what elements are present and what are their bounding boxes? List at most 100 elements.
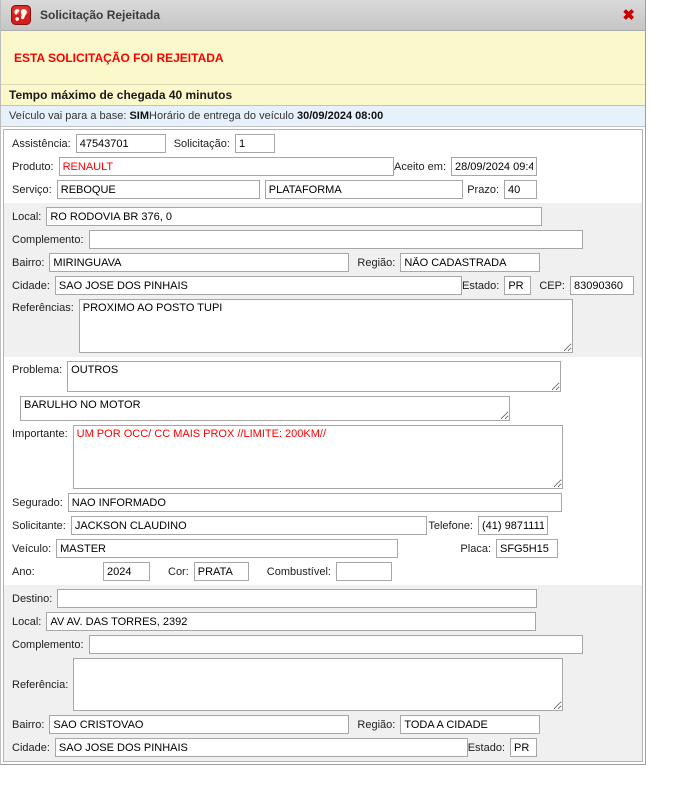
solicitacao-input[interactable] bbox=[235, 134, 275, 153]
section-problem-vehicle: Problema: OUTROS BARULHO NO MOTOR Import… bbox=[4, 357, 642, 585]
cep-label: CEP: bbox=[539, 280, 565, 292]
assistencia-input[interactable] bbox=[76, 134, 166, 153]
row-cidade-origem: Cidade: Estado: CEP: bbox=[4, 274, 642, 297]
cidade-destino-label: Cidade: bbox=[12, 742, 50, 754]
bairro-origem-label: Bairro: bbox=[12, 257, 44, 269]
placa-input[interactable] bbox=[496, 539, 558, 558]
complemento-origem-label: Complemento: bbox=[12, 234, 84, 246]
importante-label: Importante: bbox=[12, 425, 68, 440]
problema-textarea[interactable]: OUTROS bbox=[67, 361, 561, 392]
estado-origem-input[interactable] bbox=[504, 276, 531, 295]
row-servico: Serviço: Prazo: bbox=[4, 178, 642, 201]
assistencia-label: Assistência: bbox=[12, 138, 71, 150]
referencia-destino-textarea[interactable] bbox=[73, 658, 563, 711]
solicitante-input[interactable] bbox=[71, 516, 427, 535]
row-ano-cor-combustivel: Ano: Cor: Combustível: bbox=[4, 560, 642, 583]
veiculo-label: Veículo: bbox=[12, 543, 51, 555]
row-solicitante: Solicitante: Telefone: bbox=[4, 514, 642, 537]
estado-destino-label: Estado: bbox=[468, 742, 505, 754]
row-bairro-destino: Bairro: Região: bbox=[4, 713, 642, 736]
cidade-origem-input[interactable] bbox=[55, 276, 462, 295]
produto-label: Produto: bbox=[12, 161, 54, 173]
arrival-time-banner: Tempo máximo de chegada 40 minutos bbox=[1, 85, 645, 106]
bairro-destino-label: Bairro: bbox=[12, 719, 44, 731]
row-complemento-origem: Complemento: bbox=[4, 228, 642, 251]
aceito-em-label: Aceito em: bbox=[394, 161, 446, 173]
regiao-destino-label: Região: bbox=[357, 719, 395, 731]
ano-label: Ano: bbox=[12, 566, 98, 578]
servico-input[interactable] bbox=[57, 180, 260, 199]
referencias-textarea[interactable]: PROXIMO AO POSTO TUPI bbox=[79, 299, 573, 353]
row-problema-detalhe: BARULHO NO MOTOR bbox=[4, 394, 642, 423]
solicitacao-label: Solicitação: bbox=[174, 138, 230, 150]
row-local-destino: Local: bbox=[4, 610, 642, 633]
dialog-title: Solicitação Rejeitada bbox=[40, 8, 160, 22]
base-value: SIM bbox=[129, 110, 149, 122]
world-icon bbox=[11, 5, 31, 25]
servico-label: Serviço: bbox=[12, 184, 52, 196]
delivery-value: 30/09/2024 08:00 bbox=[297, 110, 383, 122]
regiao-origem-input[interactable] bbox=[400, 253, 540, 272]
produto-input[interactable] bbox=[59, 157, 394, 176]
importante-textarea[interactable]: UM POR OCC/ CC MAIS PROX //LIMITE: 200KM… bbox=[73, 425, 563, 489]
cidade-destino-input[interactable] bbox=[55, 738, 468, 757]
destino-label: Destino: bbox=[12, 593, 52, 605]
cidade-origem-label: Cidade: bbox=[12, 280, 50, 292]
prazo-label: Prazo: bbox=[467, 184, 499, 196]
row-referencia-destino: Referência: bbox=[4, 656, 642, 713]
local-destino-input[interactable] bbox=[46, 612, 536, 631]
row-assistencia: Assistência: Solicitação: bbox=[4, 132, 642, 155]
section-request: Assistência: Solicitação: Produto: Aceit… bbox=[4, 130, 642, 203]
veiculo-input[interactable] bbox=[56, 539, 398, 558]
placa-label: Placa: bbox=[460, 543, 491, 555]
prazo-input[interactable] bbox=[504, 180, 537, 199]
row-referencias: Referências: PROXIMO AO POSTO TUPI bbox=[4, 297, 642, 355]
problema-label: Problema: bbox=[12, 361, 62, 376]
section-origin-address: Local: Complemento: Bairro: Região: Cida… bbox=[4, 203, 642, 357]
segurado-label: Segurado: bbox=[12, 497, 63, 509]
bairro-origem-input[interactable] bbox=[49, 253, 349, 272]
row-veiculo: Veículo: Placa: bbox=[4, 537, 642, 560]
estado-origem-label: Estado: bbox=[462, 280, 499, 292]
combustivel-label: Combustível: bbox=[267, 566, 331, 578]
combustivel-input[interactable] bbox=[336, 562, 392, 581]
dialog-titlebar: Solicitação Rejeitada ✖ bbox=[1, 0, 645, 31]
row-produto: Produto: Aceito em: bbox=[4, 155, 642, 178]
complemento-origem-input[interactable] bbox=[89, 230, 583, 249]
segurado-input[interactable] bbox=[68, 493, 562, 512]
rejected-request-dialog: Solicitação Rejeitada ✖ ESTA SOLICITAÇÃO… bbox=[0, 0, 646, 765]
estado-destino-input[interactable] bbox=[510, 738, 537, 757]
row-importante: Importante: UM POR OCC/ CC MAIS PROX //L… bbox=[4, 423, 642, 491]
solicitante-label: Solicitante: bbox=[12, 520, 66, 532]
rejected-banner: ESTA SOLICITAÇÃO FOI REJEITADA bbox=[1, 31, 645, 85]
row-local-origem: Local: bbox=[4, 205, 642, 228]
problema-detalhe-textarea[interactable]: BARULHO NO MOTOR bbox=[20, 396, 510, 421]
delivery-label: Horário de entrega do veículo bbox=[149, 110, 297, 122]
destino-input[interactable] bbox=[57, 589, 537, 608]
row-complemento-destino: Complemento: bbox=[4, 633, 642, 656]
servico-tipo-input[interactable] bbox=[265, 180, 463, 199]
regiao-origem-label: Região: bbox=[357, 257, 395, 269]
local-origem-label: Local: bbox=[12, 211, 41, 223]
referencias-label: Referências: bbox=[12, 299, 74, 314]
close-icon[interactable]: ✖ bbox=[622, 8, 635, 23]
base-info-bar: Veículo vai para a base: SIMHorário de e… bbox=[1, 106, 645, 127]
telefone-label: Telefone: bbox=[428, 520, 473, 532]
row-destino: Destino: bbox=[4, 587, 642, 610]
local-destino-label: Local: bbox=[12, 616, 41, 628]
cor-label: Cor: bbox=[168, 566, 189, 578]
local-origem-input[interactable] bbox=[46, 207, 542, 226]
cep-input[interactable] bbox=[570, 276, 634, 295]
complemento-destino-input[interactable] bbox=[89, 635, 583, 654]
row-bairro-origem: Bairro: Região: bbox=[4, 251, 642, 274]
row-segurado: Segurado: bbox=[4, 491, 642, 514]
aceito-em-input[interactable] bbox=[451, 157, 537, 176]
bairro-destino-input[interactable] bbox=[49, 715, 349, 734]
section-destination-address: Destino: Local: Complemento: Referência:… bbox=[4, 585, 642, 761]
ano-input[interactable] bbox=[103, 562, 150, 581]
referencia-destino-label: Referência: bbox=[12, 679, 68, 691]
row-cidade-destino: Cidade: Estado: bbox=[4, 736, 642, 759]
cor-input[interactable] bbox=[194, 562, 249, 581]
regiao-destino-input[interactable] bbox=[400, 715, 540, 734]
telefone-input[interactable] bbox=[478, 516, 548, 535]
